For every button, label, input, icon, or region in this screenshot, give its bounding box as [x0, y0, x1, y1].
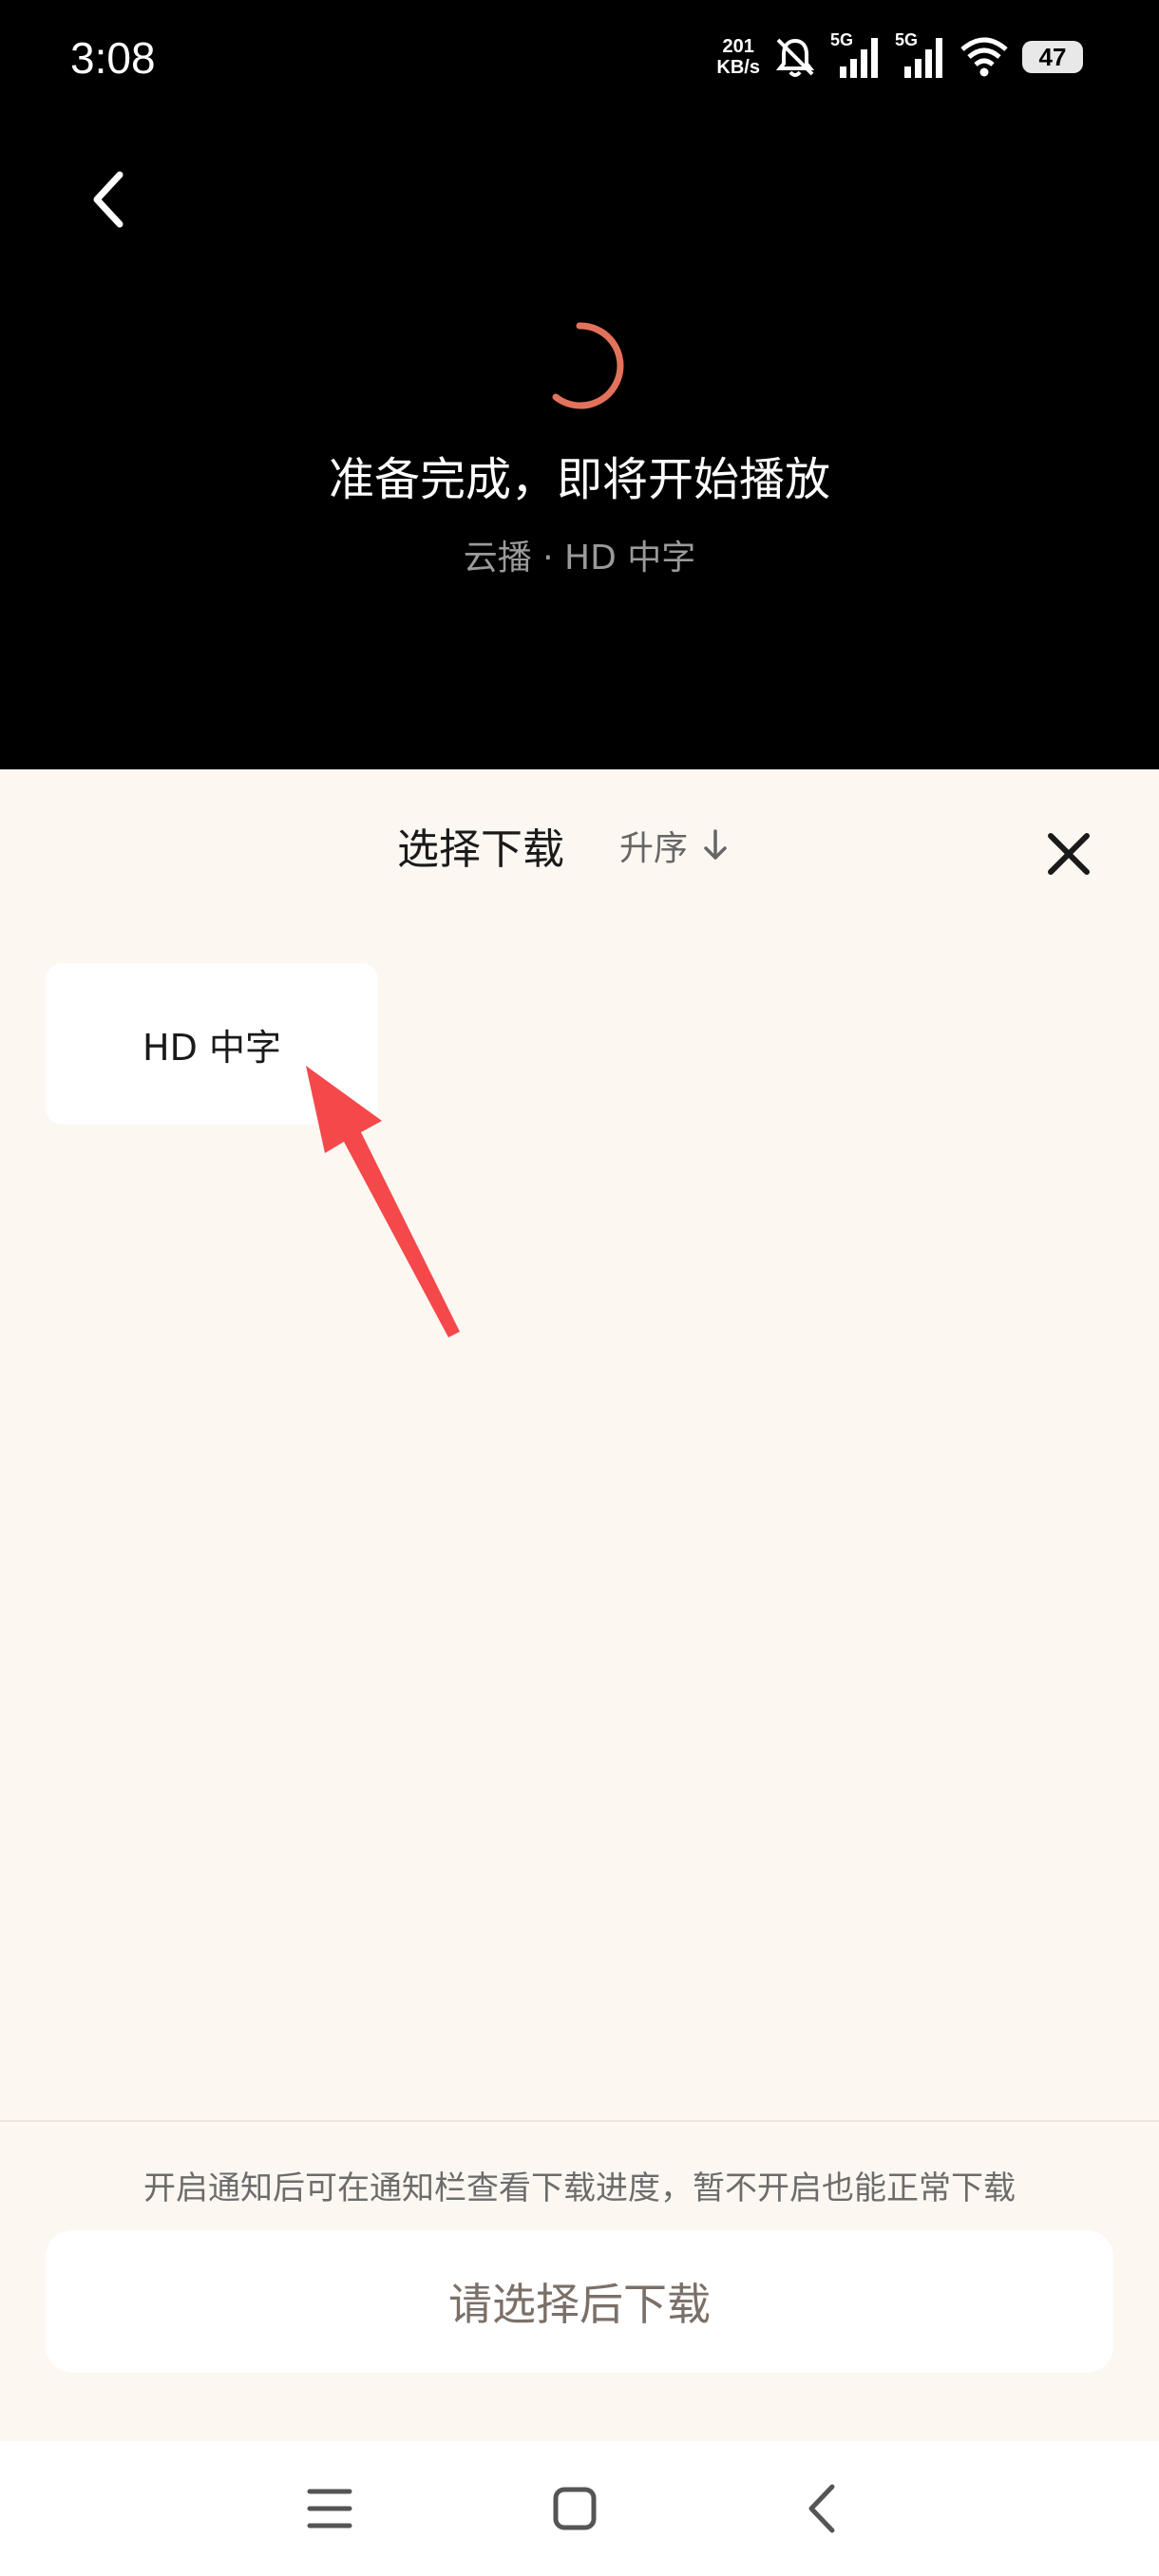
loading-spinner-icon: [552, 322, 624, 409]
download-option-item[interactable]: HD 中字: [46, 963, 378, 1125]
network-speed-value: 201: [722, 36, 754, 57]
system-nav-bar: [0, 2441, 1159, 2576]
sort-order-toggle[interactable]: 升序: [619, 821, 730, 870]
signal-bars-icon: [904, 38, 942, 78]
menu-icon[interactable]: [296, 2475, 363, 2542]
arrow-down-icon: [704, 829, 727, 860]
sort-order-label: 升序: [619, 829, 689, 868]
network-speed: 201 KB/s: [716, 36, 760, 78]
notification-hint: 开启通知后可在通知栏查看下载进度，暂不开启也能正常下载: [143, 2169, 1016, 2207]
video-player[interactable]: 3:08 201 KB/s 5G 5G 47 准备完成，即将开始播放 云播 · …: [0, 0, 1159, 769]
network-speed-unit: KB/s: [716, 57, 760, 78]
status-bar: 3:08 201 KB/s 5G 5G 47: [0, 0, 1159, 119]
download-selection-screen: 3:08 201 KB/s 5G 5G 47 准备完成，即将开始播放 云播 · …: [0, 0, 1159, 2576]
playback-status-title: 准备完成，即将开始播放: [328, 453, 830, 506]
home-icon[interactable]: [542, 2475, 608, 2542]
close-icon[interactable]: [1043, 828, 1094, 880]
download-button[interactable]: 请选择后下载: [46, 2230, 1113, 2373]
status-icons: 201 KB/s 5G 5G 47: [716, 28, 1083, 85]
status-time: 3:08: [70, 33, 156, 83]
wifi-icon: [960, 37, 1008, 77]
cellular-signal-2: 5G: [895, 30, 946, 80]
signal-bars-icon: [840, 38, 878, 78]
sheet-title: 选择下载: [397, 825, 564, 874]
nav-back-icon[interactable]: [790, 2475, 857, 2542]
bell-muted-icon: [775, 38, 815, 77]
cellular-signal-1: 5G: [830, 30, 882, 80]
battery-indicator: 47: [1022, 41, 1083, 73]
download-sheet-header: 选择下载 升序: [0, 769, 1159, 912]
playback-status-subtitle: 云播 · HD 中字: [463, 539, 696, 578]
footer-divider: [0, 2120, 1159, 2122]
back-arrow-icon[interactable]: [74, 161, 150, 237]
